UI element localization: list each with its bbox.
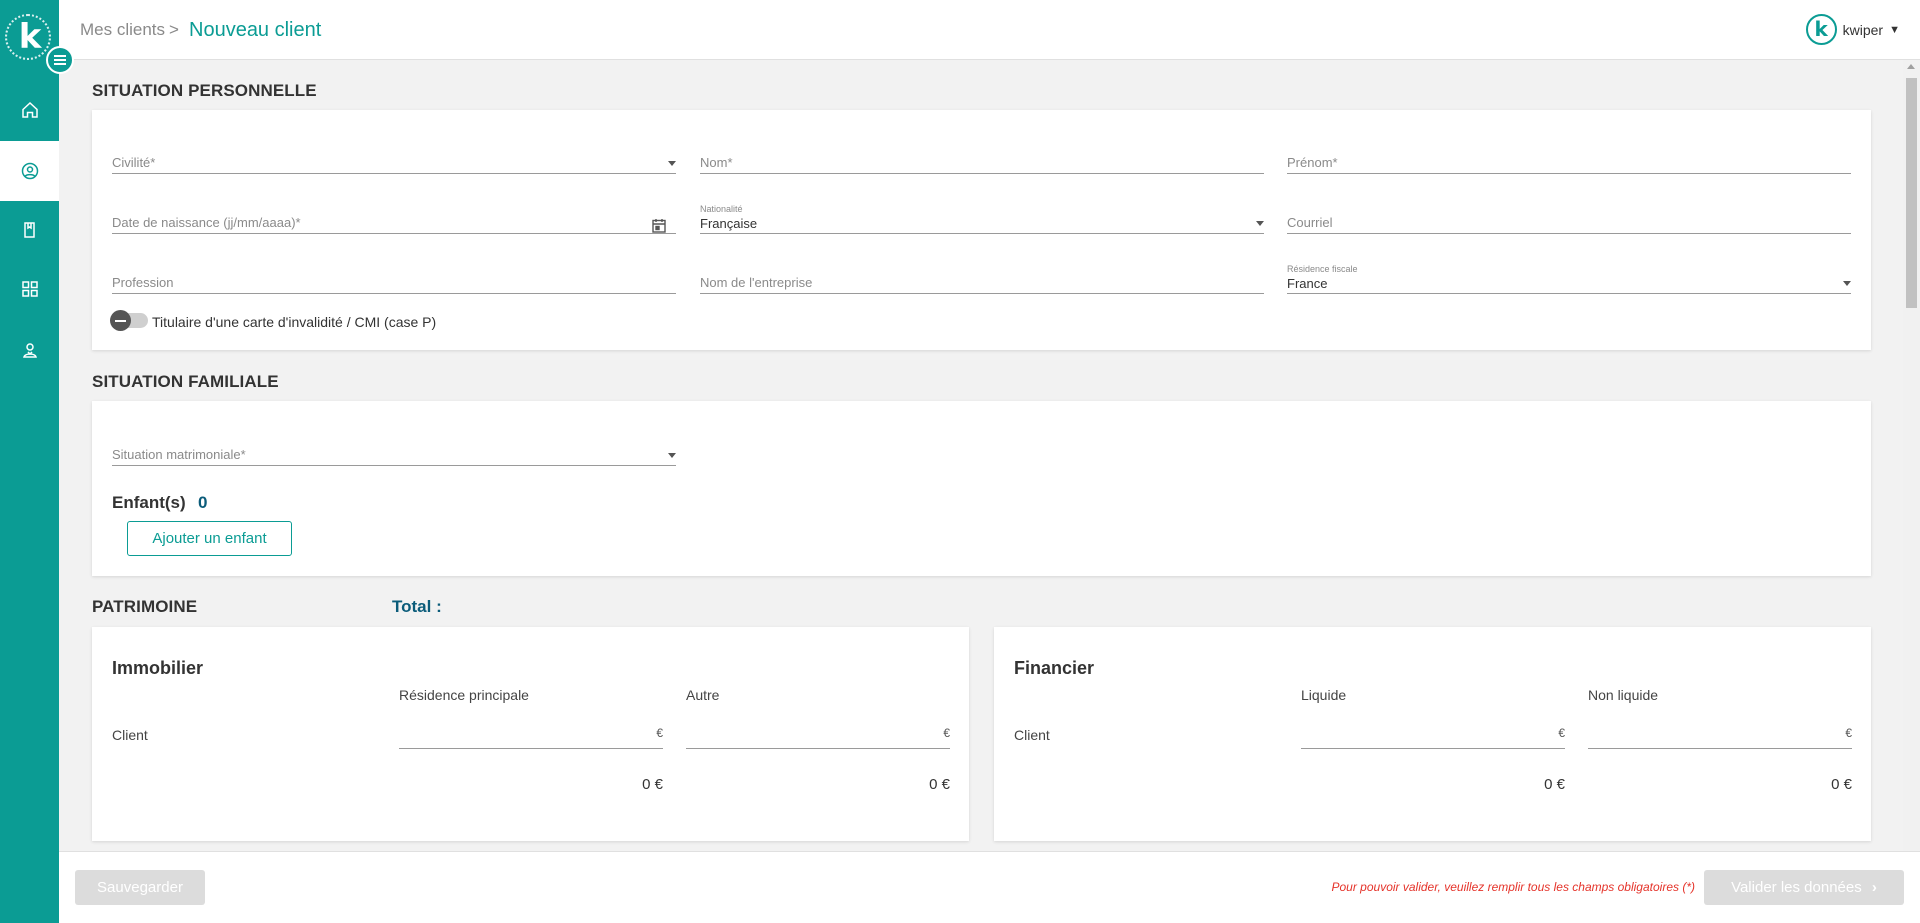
nav-item-clients[interactable] [0,141,59,201]
avatar: k [1805,14,1837,45]
entreprise-placeholder: Nom de l'entreprise [700,275,813,290]
section-title-personal: SITUATION PERSONNELLE [92,81,317,100]
birthdate-field[interactable]: Date de naissance (jj/mm/aaaa)* [112,194,676,234]
immobilier-title: Immobilier [112,658,204,678]
footer-bar: Sauvegarder Pour pouvoir valider, veuill… [59,851,1920,923]
euro-unit: € [1558,726,1565,740]
nom-field[interactable]: Nom* [700,134,1264,174]
nom-placeholder: Nom* [700,155,733,170]
invalidite-toggle[interactable] [110,310,148,331]
toggle-knob [110,310,131,331]
situation-matrimoniale-select[interactable]: Situation matrimoniale* [112,426,676,466]
prenom-field[interactable]: Prénom* [1287,134,1851,174]
financier-col-liquide: Liquide [1301,687,1347,703]
immobilier-autre-input[interactable]: € [686,719,950,749]
nav-item-advisor[interactable] [0,320,59,380]
document-icon [23,222,35,238]
chevron-down-icon: ▼ [1889,23,1900,36]
grid-icon [21,281,38,297]
validate-label: Valider les données [1731,879,1862,896]
financier-liquide-input[interactable]: € [1301,719,1565,749]
user-menu[interactable]: k kwiper ▼ [1805,14,1900,45]
nav-item-documents[interactable] [0,200,59,260]
courriel-placeholder: Courriel [1287,215,1333,230]
section-title-family: SITUATION FAMILIALE [92,372,279,391]
nav-item-dashboard[interactable] [0,259,59,319]
save-button[interactable]: Sauvegarder [75,870,205,905]
caret-down-icon [1843,281,1851,286]
calendar-icon[interactable] [652,218,666,233]
patrimoine-total-label: Total : [392,597,442,616]
sidebar: k [0,0,74,923]
profession-placeholder: Profession [112,275,174,290]
children-label: Enfant(s) [112,493,186,512]
invalidite-label: Titulaire d'une carte d'invalidité / CMI… [152,314,437,330]
breadcrumb-separator: > [169,20,179,39]
matrimoniale-placeholder: Situation matrimoniale* [112,447,246,462]
immobilier-residence-input[interactable]: € [399,719,663,749]
financier-title: Financier [1014,658,1095,678]
civilite-placeholder: Civilité* [112,155,156,170]
scroll-up-arrow-icon[interactable] [1907,64,1915,69]
nationalite-label: Nationalité [700,204,743,214]
euro-unit: € [656,726,663,740]
caret-down-icon [1256,221,1264,226]
immobilier-residence-sum: 0 € [642,776,663,793]
nationalite-value: Française [700,216,758,231]
euro-unit: € [943,726,950,740]
nav-item-home[interactable] [0,80,59,140]
advisor-icon [22,343,37,358]
euro-unit: € [1845,726,1852,740]
scrollbar-thumb[interactable] [1906,78,1917,308]
immobilier-col-residence: Résidence principale [399,687,529,703]
caret-down-icon [668,453,676,458]
user-name: kwiper [1842,21,1884,38]
home-icon [21,101,38,118]
profession-field[interactable]: Profession [112,254,676,294]
civilite-select[interactable]: Civilité* [112,134,676,174]
hamburger-icon [54,59,66,61]
financier-row-client: Client [1014,727,1050,743]
entreprise-field[interactable]: Nom de l'entreprise [700,254,1264,294]
breadcrumb-parent[interactable]: Mes clients [80,20,165,40]
financier-liquide-sum: 0 € [1544,776,1565,793]
top-bar: Mes clients > Nouveau client k kwiper ▼ [59,0,1920,60]
nationalite-select[interactable]: Nationalité Française [700,194,1264,234]
residence-label: Résidence fiscale [1287,264,1358,274]
app-logo[interactable]: k [5,14,51,60]
vertical-scrollbar[interactable] [1903,60,1920,851]
chevron-right-icon: › [1871,879,1877,896]
financier-col-non-liquide: Non liquide [1588,687,1659,703]
validate-button[interactable]: Valider les données › [1704,870,1904,905]
residence-value: France [1287,276,1328,291]
birthdate-placeholder: Date de naissance (jj/mm/aaaa)* [112,215,301,230]
validation-warning: Pour pouvoir valider, veuillez remplir t… [1331,880,1696,894]
immobilier-autre-sum: 0 € [929,776,950,793]
financier-non-liquide-sum: 0 € [1831,776,1852,793]
residence-fiscale-select[interactable]: Résidence fiscale France [1287,254,1851,294]
add-child-button[interactable]: Ajouter un enfant [127,521,292,556]
immobilier-col-autre: Autre [686,687,720,703]
prenom-placeholder: Prénom* [1287,155,1338,170]
children-count: 0 [198,493,208,512]
courriel-field[interactable]: Courriel [1287,194,1851,234]
financier-non-liquide-input[interactable]: € [1588,719,1852,749]
caret-down-icon [668,161,676,166]
section-title-patrimoine: PATRIMOINE [92,597,198,616]
minus-icon [115,319,126,322]
page-title: Nouveau client [189,19,322,41]
menu-toggle-button[interactable] [46,46,74,74]
user-circle-icon [21,162,38,180]
immobilier-row-client: Client [112,727,148,743]
